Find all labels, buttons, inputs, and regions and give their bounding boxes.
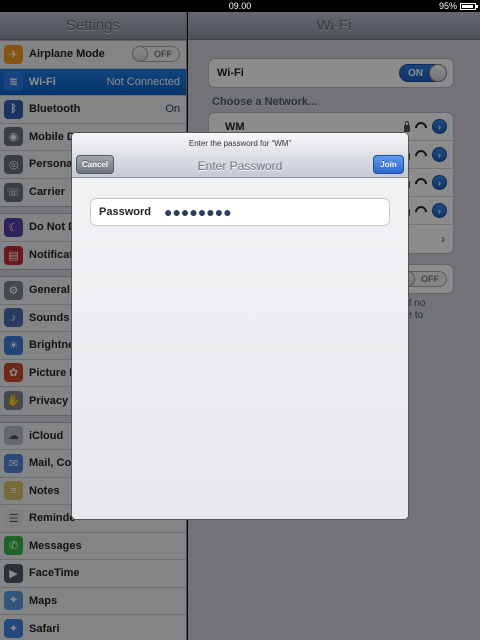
- dialog-prompt: Enter the password for “WM”: [188, 139, 292, 148]
- password-field[interactable]: Password ●●●●●●●●: [90, 198, 390, 226]
- status-right: 95%: [438, 1, 478, 11]
- dialog-header: Enter the password for “WM” Enter Passwo…: [72, 133, 408, 178]
- battery-icon: [460, 2, 478, 10]
- dialog-body: Password ●●●●●●●●: [72, 178, 408, 519]
- status-time: 09.00: [228, 1, 252, 11]
- battery-percent: 95%: [438, 1, 457, 11]
- enter-password-dialog: Enter the password for “WM” Enter Passwo…: [71, 132, 409, 520]
- join-button[interactable]: Join: [373, 155, 404, 174]
- password-input[interactable]: ●●●●●●●●: [164, 205, 232, 219]
- password-label: Password: [99, 206, 151, 218]
- dialog-title: Enter Password: [197, 159, 283, 173]
- status-bar: 09.00 95%: [0, 0, 480, 12]
- battery-fill: [462, 4, 474, 8]
- cancel-button[interactable]: Cancel: [76, 155, 114, 174]
